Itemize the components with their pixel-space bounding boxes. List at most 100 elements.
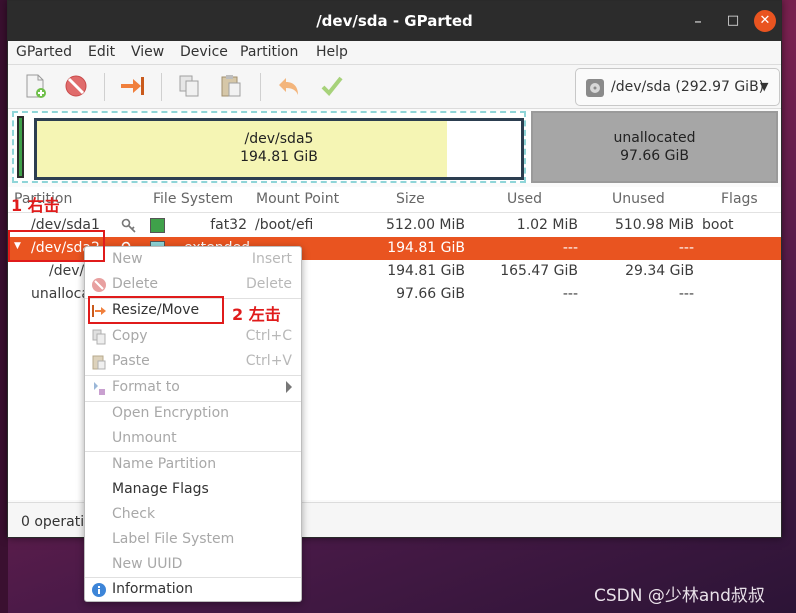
resize-move-icon[interactable] bbox=[119, 73, 145, 99]
menu-item-label: Open Encryption bbox=[112, 405, 230, 421]
fs-color-swatch bbox=[150, 218, 165, 233]
menu-item-open-encryption[interactable]: Open Encryption bbox=[85, 402, 301, 426]
menu-item-label: Label File System bbox=[112, 531, 235, 547]
cell-size: 194.81 GiB bbox=[387, 240, 465, 256]
sda5-block-size: 194.81 GiB bbox=[240, 149, 318, 165]
paste-icon[interactable] bbox=[218, 73, 244, 99]
device-selector[interactable]: /dev/sda (292.97 GiB) ▼ bbox=[575, 68, 780, 106]
maximize-button[interactable]: □ bbox=[722, 10, 744, 32]
menu-item-new-uuid[interactable]: New UUID bbox=[85, 553, 301, 577]
delete-icon[interactable] bbox=[63, 73, 89, 99]
col-mount-point[interactable]: Mount Point bbox=[256, 191, 339, 207]
device-selector-label: /dev/sda (292.97 GiB) bbox=[611, 79, 765, 95]
apply-icon[interactable] bbox=[319, 73, 345, 99]
minimize-button[interactable]: – bbox=[687, 10, 709, 32]
sda5-block[interactable]: /dev/sda5 194.81 GiB bbox=[34, 118, 524, 180]
hard-disk-icon bbox=[586, 79, 604, 97]
toolbar: /dev/sda (292.97 GiB) ▼ bbox=[8, 65, 781, 109]
menu-help[interactable]: Help bbox=[316, 44, 348, 60]
pending-operations-text: 0 operatio bbox=[21, 514, 93, 530]
key-icon bbox=[121, 218, 136, 233]
menu-item-label: Paste bbox=[112, 353, 150, 369]
menu-item-label: New UUID bbox=[112, 556, 183, 572]
submenu-arrow-icon bbox=[286, 381, 292, 393]
unallocated-block-size: 97.66 GiB bbox=[620, 148, 689, 164]
menu-item-label: Copy bbox=[112, 328, 148, 344]
toolbar-separator bbox=[260, 73, 261, 101]
window-title: /dev/sda - GParted bbox=[316, 12, 473, 30]
disk-map: /dev/sda5 194.81 GiB unallocated 97.66 G… bbox=[12, 111, 778, 183]
menu-item-label-file-system[interactable]: Label File System bbox=[85, 528, 301, 552]
menu-item-label: Name Partition bbox=[112, 456, 217, 472]
new-partition-icon[interactable] bbox=[22, 73, 48, 99]
chevron-down-icon: ▼ bbox=[760, 80, 769, 93]
cell-partition: /dev/ bbox=[49, 263, 85, 279]
sda5-block-name: /dev/sda5 bbox=[244, 131, 314, 147]
menu-item-check[interactable]: Check bbox=[85, 503, 301, 527]
cell-mount-point: /boot/efi bbox=[255, 217, 314, 233]
menu-bar: GParted Edit View Device Partition Help bbox=[8, 41, 781, 65]
format-icon bbox=[94, 382, 105, 395]
sda1-block[interactable] bbox=[17, 116, 24, 178]
menu-item-label: New bbox=[112, 251, 143, 267]
toolbar-separator bbox=[161, 73, 162, 101]
menu-item-label: Manage Flags bbox=[112, 481, 209, 497]
menu-item-label: Delete bbox=[112, 276, 158, 292]
menu-item-new[interactable]: New Insert bbox=[85, 248, 301, 272]
close-button[interactable]: ✕ bbox=[754, 10, 776, 32]
menu-item-delete[interactable]: Delete Delete bbox=[85, 273, 301, 297]
title-bar: /dev/sda - GParted – □ ✕ bbox=[8, 1, 781, 41]
toolbar-separator bbox=[104, 73, 105, 101]
cell-used: 1.02 MiB bbox=[516, 217, 578, 233]
menu-item-unmount[interactable]: Unmount bbox=[85, 427, 301, 451]
unallocated-block[interactable]: unallocated 97.66 GiB bbox=[531, 111, 778, 183]
cell-size: 97.66 GiB bbox=[396, 286, 465, 302]
menu-partition[interactable]: Partition bbox=[240, 44, 298, 60]
menu-separator bbox=[85, 451, 301, 452]
menu-item-accel: Ctrl+V bbox=[245, 353, 292, 369]
cell-used: 165.47 GiB bbox=[500, 263, 578, 279]
annotation-box-row bbox=[8, 230, 105, 262]
cell-flags: boot bbox=[702, 217, 734, 233]
menu-edit[interactable]: Edit bbox=[88, 44, 115, 60]
menu-item-label: Check bbox=[112, 506, 156, 522]
menu-item-label: Unmount bbox=[112, 430, 177, 446]
annotation-step2: 2 左击 bbox=[232, 305, 281, 324]
table-row[interactable]: /dev/sda1 fat32 /boot/efi 512.00 MiB 1.0… bbox=[8, 214, 781, 237]
menu-item-paste[interactable]: Paste Ctrl+V bbox=[85, 350, 301, 374]
col-file-system[interactable]: File System bbox=[153, 191, 233, 207]
table-header: Partition File System Mount Point Size U… bbox=[8, 187, 781, 213]
cell-size: 512.00 MiB bbox=[385, 217, 465, 233]
cell-used: --- bbox=[562, 286, 578, 302]
menu-view[interactable]: View bbox=[131, 44, 164, 60]
menu-item-format-to[interactable]: Format to bbox=[85, 376, 301, 400]
menu-device[interactable]: Device bbox=[180, 44, 228, 60]
annotation-step1: 1 右击 bbox=[11, 196, 60, 215]
cell-unused: 510.98 MiB bbox=[614, 217, 694, 233]
cell-size: 194.81 GiB bbox=[387, 263, 465, 279]
menu-item-name-partition[interactable]: Name Partition bbox=[85, 453, 301, 477]
menu-item-manage-flags[interactable]: Manage Flags bbox=[85, 478, 301, 502]
menu-item-information[interactable]: Information bbox=[85, 578, 301, 602]
col-size[interactable]: Size bbox=[396, 191, 425, 207]
menu-item-copy[interactable]: Copy Ctrl+C bbox=[85, 325, 301, 349]
paste-icon bbox=[92, 355, 106, 370]
copy-icon[interactable] bbox=[176, 73, 202, 99]
menu-gparted[interactable]: GParted bbox=[16, 44, 72, 60]
cell-unused: --- bbox=[678, 240, 694, 256]
annotation-box-resize bbox=[88, 296, 224, 324]
extended-partition-block[interactable]: /dev/sda5 194.81 GiB bbox=[12, 111, 526, 183]
copy-icon bbox=[92, 329, 106, 345]
col-used[interactable]: Used bbox=[507, 191, 542, 207]
cell-partition: unalloca bbox=[31, 286, 90, 302]
menu-item-label: Format to bbox=[112, 379, 180, 395]
menu-item-accel: Delete bbox=[246, 276, 292, 292]
cell-file-system: fat32 bbox=[210, 217, 247, 233]
menu-item-label: Information bbox=[112, 581, 194, 597]
watermark: CSDN @少林and叔叔 bbox=[594, 586, 765, 606]
col-flags[interactable]: Flags bbox=[721, 191, 758, 207]
delete-icon bbox=[92, 278, 106, 292]
col-unused[interactable]: Unused bbox=[612, 191, 665, 207]
info-icon bbox=[92, 583, 106, 597]
undo-icon[interactable] bbox=[276, 73, 302, 99]
